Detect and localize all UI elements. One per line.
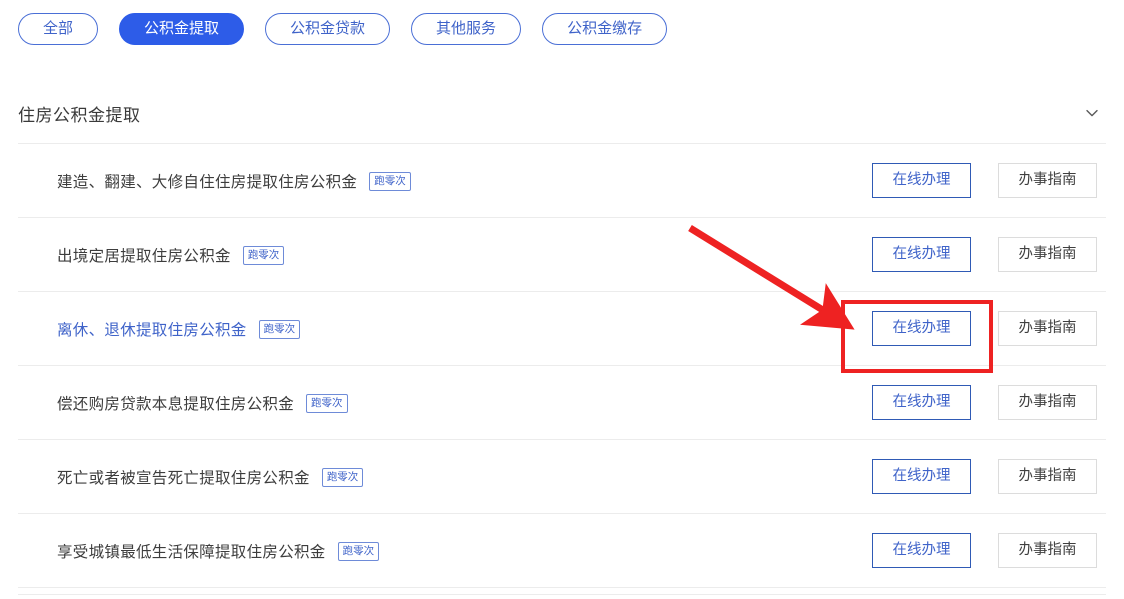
filter-pill-other-services[interactable]: 其他服务 [411,12,522,45]
filter-pill-loan[interactable]: 公积金贷款 [265,12,391,45]
table-row: 死亡或者被宣告死亡提取住房公积金 跑零次 在线办理 办事指南 [18,440,1106,514]
table-row: 偿还购房贷款本息提取住房公积金 跑零次 在线办理 办事指南 [18,366,1106,440]
status-badge: 跑零次 [306,393,348,414]
table-row: 建造、翻建、大修自住住房提取住房公积金 跑零次 在线办理 办事指南 [18,144,1106,218]
row-label-group: 偿还购房贷款本息提取住房公积金 跑零次 [57,392,348,414]
online-handle-button[interactable]: 在线办理 [872,237,971,272]
table-row-highlighted: 离休、退休提取住房公积金 跑零次 在线办理 办事指南 [18,292,1106,366]
row-label-group: 出境定居提取住房公积金 跑零次 [57,244,285,266]
filter-pill-all[interactable]: 全部 [18,12,99,45]
status-badge: 跑零次 [369,171,411,192]
service-title[interactable]: 离休、退休提取住房公积金 [57,318,247,340]
bottom-divider [18,594,1106,595]
row-actions: 在线办理 办事指南 [872,311,1102,346]
service-guide-button[interactable]: 办事指南 [998,459,1097,494]
online-handle-button[interactable]: 在线办理 [872,533,971,568]
service-title[interactable]: 死亡或者被宣告死亡提取住房公积金 [57,466,310,488]
row-label-group: 死亡或者被宣告死亡提取住房公积金 跑零次 [57,466,364,488]
chevron-down-icon[interactable] [1084,105,1100,121]
filter-pill-deposit[interactable]: 公积金缴存 [542,12,668,45]
service-list: 建造、翻建、大修自住住房提取住房公积金 跑零次 在线办理 办事指南 出境定居提取… [18,143,1106,588]
online-handle-button-target[interactable]: 在线办理 [872,311,971,346]
row-label-group: 建造、翻建、大修自住住房提取住房公积金 跑零次 [57,170,411,192]
row-actions: 在线办理 办事指南 [872,533,1102,568]
status-badge: 跑零次 [258,319,301,340]
service-guide-button[interactable]: 办事指南 [998,163,1097,198]
service-guide-button[interactable]: 办事指南 [998,311,1097,346]
status-badge: 跑零次 [321,467,364,488]
service-guide-button[interactable]: 办事指南 [998,237,1097,272]
online-handle-button[interactable]: 在线办理 [872,459,971,494]
section-title: 住房公积金提取 [18,105,141,125]
filter-pill-bar: 全部 公积金提取 公积金贷款 其他服务 公积金缴存 [0,0,1124,45]
section-housing-fund-withdrawal: 住房公积金提取 建造、翻建、大修自住住房提取住房公积金 跑零次 在线办理 办事指… [0,91,1124,588]
filter-pill-withdrawal[interactable]: 公积金提取 [119,12,245,45]
service-title[interactable]: 出境定居提取住房公积金 [57,244,231,266]
service-title[interactable]: 偿还购房贷款本息提取住房公积金 [57,392,294,414]
row-actions: 在线办理 办事指南 [872,163,1102,198]
service-title[interactable]: 享受城镇最低生活保障提取住房公积金 [57,540,326,562]
online-handle-button[interactable]: 在线办理 [872,385,971,420]
service-guide-button[interactable]: 办事指南 [998,533,1097,568]
row-label-group: 离休、退休提取住房公积金 跑零次 [57,318,301,340]
status-badge: 跑零次 [337,541,380,562]
section-header[interactable]: 住房公积金提取 [0,91,1124,135]
row-label-group: 享受城镇最低生活保障提取住房公积金 跑零次 [57,540,380,562]
service-title[interactable]: 建造、翻建、大修自住住房提取住房公积金 [57,170,357,192]
table-row: 享受城镇最低生活保障提取住房公积金 跑零次 在线办理 办事指南 [18,514,1106,588]
service-guide-button[interactable]: 办事指南 [998,385,1097,420]
table-row: 出境定居提取住房公积金 跑零次 在线办理 办事指南 [18,218,1106,292]
online-handle-button[interactable]: 在线办理 [872,163,971,198]
row-actions: 在线办理 办事指南 [872,385,1102,420]
row-actions: 在线办理 办事指南 [872,459,1102,494]
row-actions: 在线办理 办事指南 [872,237,1102,272]
status-badge: 跑零次 [242,245,285,266]
